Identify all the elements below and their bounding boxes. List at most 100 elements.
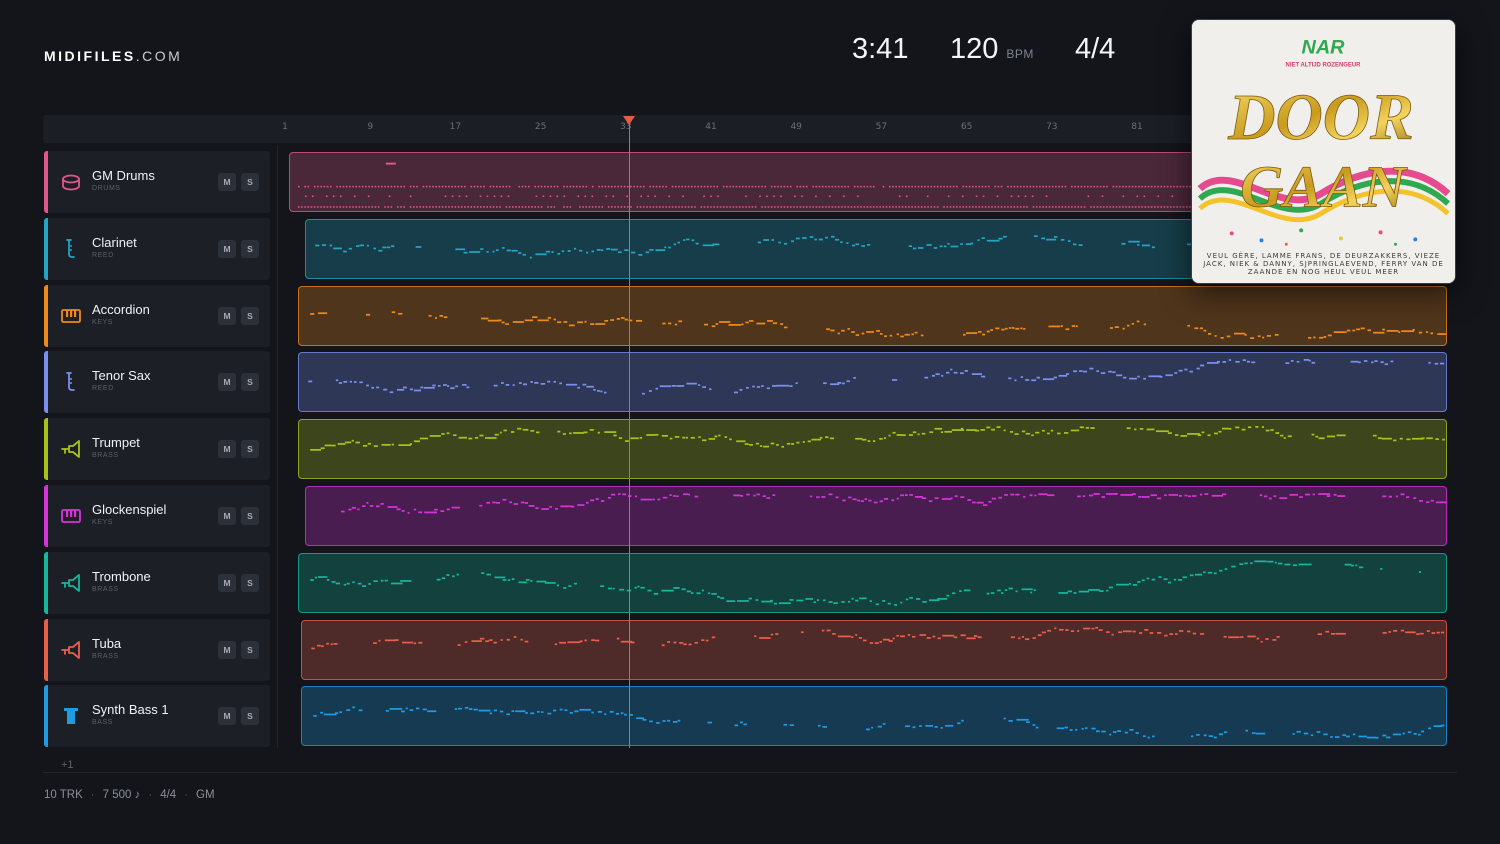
midi-note xyxy=(946,206,949,208)
midi-note xyxy=(1184,494,1188,497)
midi-note xyxy=(1013,185,1016,188)
midi-clip[interactable] xyxy=(298,286,1447,346)
mute-button[interactable]: M xyxy=(218,173,236,191)
solo-button[interactable]: S xyxy=(241,574,259,592)
midi-note xyxy=(611,185,613,188)
brass-icon xyxy=(60,639,82,661)
midi-note xyxy=(1318,437,1325,440)
midi-note xyxy=(1029,494,1033,497)
midi-note xyxy=(1228,636,1240,639)
playhead-line[interactable] xyxy=(629,118,630,748)
midi-note xyxy=(1315,435,1319,438)
track-header[interactable]: Accordion KEYS M S xyxy=(44,285,270,347)
midi-note xyxy=(314,576,317,579)
solo-button[interactable]: S xyxy=(241,440,259,458)
midi-note xyxy=(1173,578,1177,581)
mute-button[interactable]: M xyxy=(218,307,236,325)
midi-note xyxy=(476,185,479,188)
mute-button[interactable]: M xyxy=(218,707,236,725)
midi-note xyxy=(519,382,522,384)
solo-button[interactable]: S xyxy=(241,373,259,391)
midi-clip[interactable] xyxy=(298,419,1447,479)
midi-note xyxy=(1262,336,1265,339)
track-header[interactable]: Glockenspiel KEYS M S xyxy=(44,485,270,547)
midi-note xyxy=(613,434,617,437)
midi-note xyxy=(1426,501,1430,504)
midi-note xyxy=(1221,427,1229,430)
midi-note xyxy=(1077,630,1080,632)
midi-note xyxy=(1252,732,1256,734)
midi-note xyxy=(904,494,908,496)
midi-note xyxy=(1047,629,1052,632)
midi-note xyxy=(390,185,393,188)
midi-note xyxy=(961,719,964,722)
track-header[interactable]: Tuba BRASS M S xyxy=(44,619,270,681)
midi-note xyxy=(1150,206,1153,208)
midi-clip[interactable] xyxy=(305,486,1447,546)
more-tracks-indicator[interactable]: +1 xyxy=(61,759,74,771)
midi-note xyxy=(1122,327,1125,330)
midi-note xyxy=(1308,359,1311,362)
solo-button[interactable]: S xyxy=(241,507,259,525)
track-header[interactable]: Trombone BRASS M S xyxy=(44,552,270,614)
midi-clip[interactable] xyxy=(301,620,1447,680)
track-header[interactable]: Tenor Sax REED M S xyxy=(44,351,270,413)
solo-button[interactable]: S xyxy=(241,240,259,258)
midi-note xyxy=(1003,717,1006,720)
mute-button[interactable]: M xyxy=(218,574,236,592)
midi-note xyxy=(1033,589,1036,592)
midi-note xyxy=(320,447,325,450)
solo-button[interactable]: S xyxy=(241,307,259,325)
mute-button[interactable]: M xyxy=(218,240,236,258)
midi-note xyxy=(359,381,363,384)
solo-button[interactable]: S xyxy=(241,707,259,725)
midi-note xyxy=(332,195,335,198)
midi-note xyxy=(694,206,696,208)
mute-button[interactable]: M xyxy=(218,440,236,458)
track-header[interactable]: GM Drums DRUMS M S xyxy=(44,151,270,213)
mute-button[interactable]: M xyxy=(218,373,236,391)
solo-button[interactable]: S xyxy=(241,173,259,191)
midi-note xyxy=(607,587,612,590)
track-header[interactable]: Trumpet BRASS M S xyxy=(44,418,270,480)
midi-note xyxy=(673,641,677,644)
midi-note xyxy=(373,580,378,583)
track-header[interactable]: Synth Bass 1 BASS M S xyxy=(44,685,270,747)
midi-note xyxy=(321,244,327,247)
midi-note xyxy=(1132,630,1136,633)
track-header[interactable]: Clarinet REED M S xyxy=(44,218,270,280)
midi-note xyxy=(614,185,616,188)
midi-note xyxy=(579,206,581,208)
midi-note xyxy=(1308,336,1312,339)
mute-button[interactable]: M xyxy=(218,641,236,659)
midi-note xyxy=(847,206,850,208)
midi-note xyxy=(1426,630,1430,632)
midi-clip[interactable] xyxy=(301,686,1447,746)
mute-button[interactable]: M xyxy=(218,507,236,525)
midi-note xyxy=(898,206,901,208)
midi-note xyxy=(1346,735,1350,738)
midi-note xyxy=(706,185,709,188)
midi-note xyxy=(615,712,620,715)
midi-note xyxy=(569,206,572,208)
midi-clip[interactable] xyxy=(298,352,1447,412)
midi-note xyxy=(997,589,1001,592)
midi-note xyxy=(1013,206,1016,208)
midi-clip[interactable] xyxy=(298,553,1447,613)
reed-icon xyxy=(60,371,82,393)
midi-note xyxy=(1251,361,1256,364)
solo-button[interactable]: S xyxy=(241,641,259,659)
midi-note xyxy=(375,505,380,508)
midi-note xyxy=(771,385,777,387)
midi-note xyxy=(996,195,999,198)
midi-note xyxy=(1058,185,1060,188)
midi-note xyxy=(1075,325,1078,328)
midi-note xyxy=(497,319,502,322)
midi-note xyxy=(377,185,380,188)
footer-stats: 10 TRK · 7 500 ♪ · 4/4 · GM xyxy=(44,789,215,801)
midi-note xyxy=(566,185,568,188)
midi-note xyxy=(872,185,875,188)
midi-note xyxy=(1334,736,1340,738)
midi-note xyxy=(618,437,623,439)
site-logo[interactable]: MIDIFILES.COM xyxy=(44,48,182,64)
